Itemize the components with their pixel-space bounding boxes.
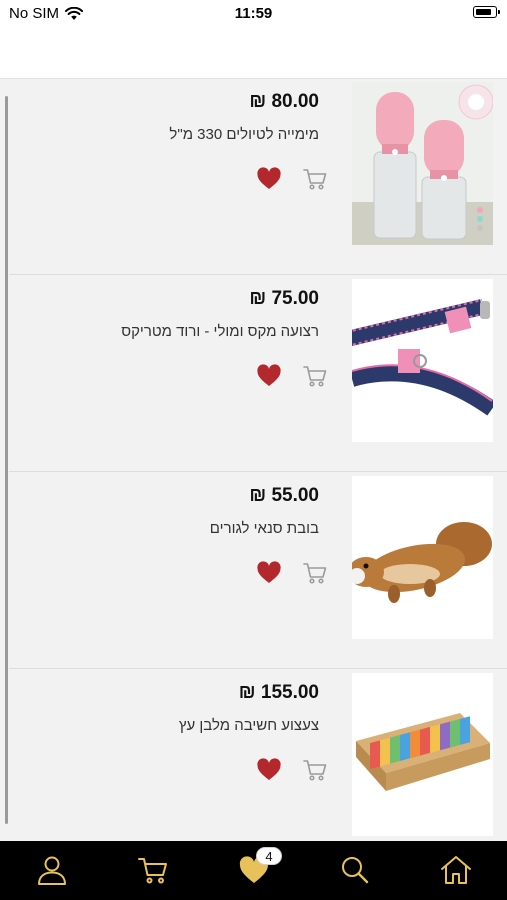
product-item[interactable]: 75.00 ₪ רצועה מקס ומולי - ורוד מטריקס [9, 276, 507, 472]
home-icon[interactable] [439, 854, 473, 886]
favorite-heart-icon[interactable] [256, 167, 282, 191]
squirrel-toy-image [352, 476, 493, 639]
add-to-cart-icon[interactable] [302, 364, 328, 388]
product-item[interactable]: 55.00 ₪ בובת סנאי לגורים [9, 473, 507, 669]
search-icon[interactable] [338, 854, 372, 886]
battery-level [475, 8, 491, 15]
add-to-cart-icon[interactable] [302, 167, 328, 191]
product-image-water-bottles[interactable] [352, 82, 493, 245]
profile-icon[interactable] [35, 854, 69, 886]
favorite-heart-icon[interactable] [256, 758, 282, 782]
status-time: 11:59 [234, 5, 273, 22]
battery-icon [473, 6, 500, 18]
product-name[interactable]: מימייה לטיולים 330 מ"ל [169, 126, 319, 143]
favorite-heart-icon[interactable] [256, 364, 282, 388]
add-to-cart-icon[interactable] [302, 758, 328, 782]
wooden-puzzle-image [352, 673, 493, 836]
water-bottles-image [352, 82, 493, 245]
product-name[interactable]: רצועה מקס ומולי - ורוד מטריקס [121, 323, 319, 340]
product-image-leash[interactable] [352, 279, 493, 442]
product-name[interactable]: בובת סנאי לגורים [210, 520, 319, 537]
product-price: 55.00 ₪ [249, 485, 319, 506]
app-header [0, 28, 507, 79]
product-price: 80.00 ₪ [249, 91, 319, 112]
product-item[interactable]: 80.00 ₪ מימייה לטיולים 330 מ"ל [9, 79, 507, 275]
leash-image [352, 279, 493, 442]
product-image-squirrel-toy[interactable] [352, 476, 493, 639]
favorite-heart-icon[interactable] [256, 561, 282, 585]
product-image-wooden-puzzle[interactable] [352, 673, 493, 836]
cart-icon[interactable] [136, 854, 170, 886]
product-item[interactable]: 155.00 ₪ צעצוע חשיבה מלבן עץ [9, 670, 507, 841]
product-price: 75.00 ₪ [249, 288, 319, 309]
favorites-count-badge: 4 [256, 847, 282, 865]
bottom-tab-bar: 4 [0, 841, 507, 900]
add-to-cart-icon[interactable] [302, 561, 328, 585]
product-list[interactable]: 80.00 ₪ מימייה לטיולים 330 מ"ל 75.00 ₪ ר… [0, 79, 507, 841]
product-price: 155.00 ₪ [238, 682, 319, 703]
product-name[interactable]: צעצוע חשיבה מלבן עץ [179, 717, 319, 734]
scroll-indicator[interactable] [5, 96, 8, 824]
status-bar: No SIM 11:59 [0, 0, 507, 28]
